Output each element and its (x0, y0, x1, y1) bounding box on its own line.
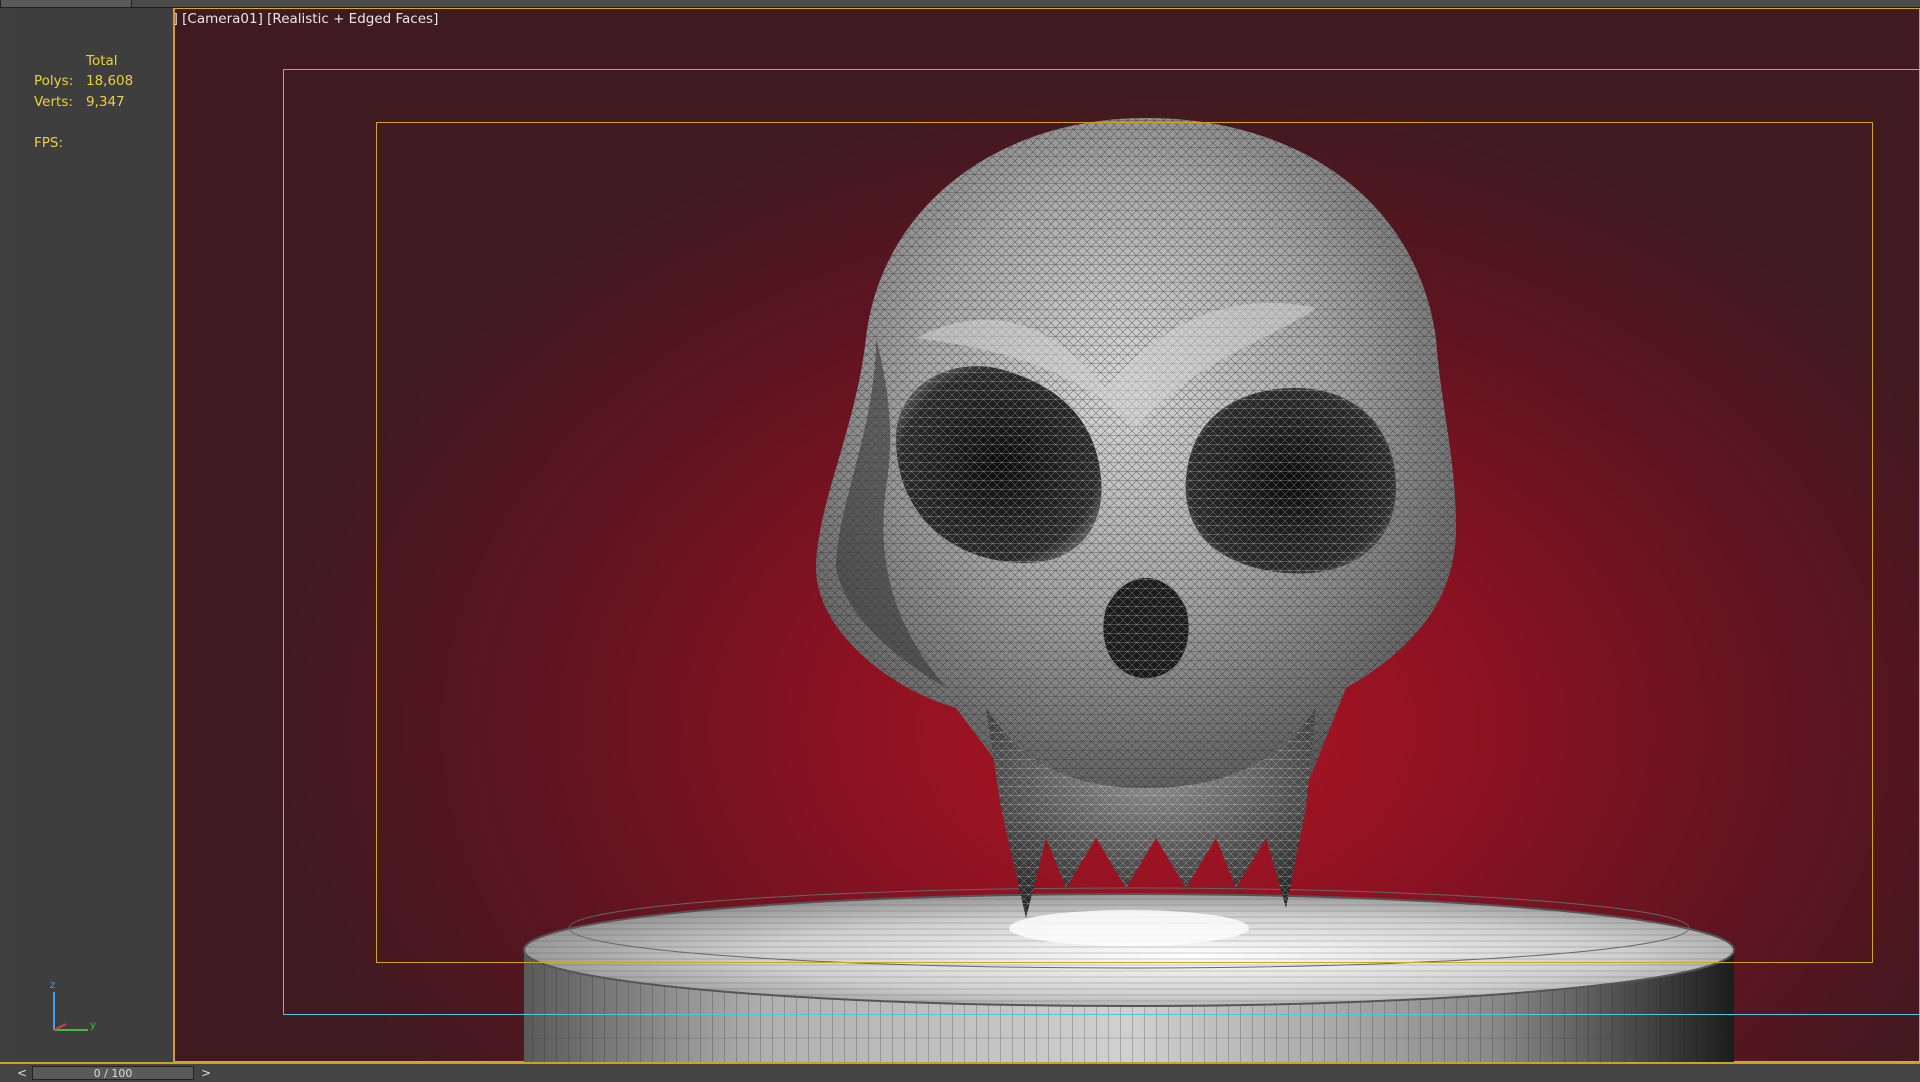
viewport-shading-menu[interactable]: [Realistic + Edged Faces] (267, 11, 438, 27)
stats-fps-label: FPS: (34, 135, 64, 151)
max-app: [+] [Camera01] [Realistic + Edged Faces]… (0, 0, 1920, 1082)
left-edge-panel (0, 8, 17, 1068)
prev-frame-button[interactable]: < (14, 1065, 30, 1081)
stats-total-header: Total (86, 53, 118, 69)
axis-tripod-icon: z y (44, 978, 104, 1038)
top-tab-strip (0, 0, 1920, 8)
stats-verts-label: Verts: (34, 94, 73, 110)
next-frame-button[interactable]: > (198, 1065, 214, 1081)
viewport-label-bar: [+] [Camera01] [Realistic + Edged Faces] (156, 11, 438, 27)
stats-panel: Total Polys: 18,608 Verts: 9,347 FPS: z … (16, 8, 175, 1062)
axis-y-label: y (90, 1020, 96, 1031)
viewport-camera-menu[interactable]: [Camera01] (182, 11, 263, 27)
action-safe-frame (376, 122, 1873, 963)
stats-verts-value: 9,347 (86, 94, 125, 110)
stats-polys-value: 18,608 (86, 73, 134, 89)
viewport-tab[interactable] (0, 0, 132, 8)
stats-polys-label: Polys: (34, 73, 74, 89)
time-slider[interactable]: 0 / 100 (32, 1066, 194, 1080)
time-slider-bar: < 0 / 100 > (0, 1062, 1920, 1082)
axis-z-label: z (50, 980, 55, 991)
camera-viewport[interactable]: [+] [Camera01] [Realistic + Edged Faces] (16, 8, 1920, 1062)
